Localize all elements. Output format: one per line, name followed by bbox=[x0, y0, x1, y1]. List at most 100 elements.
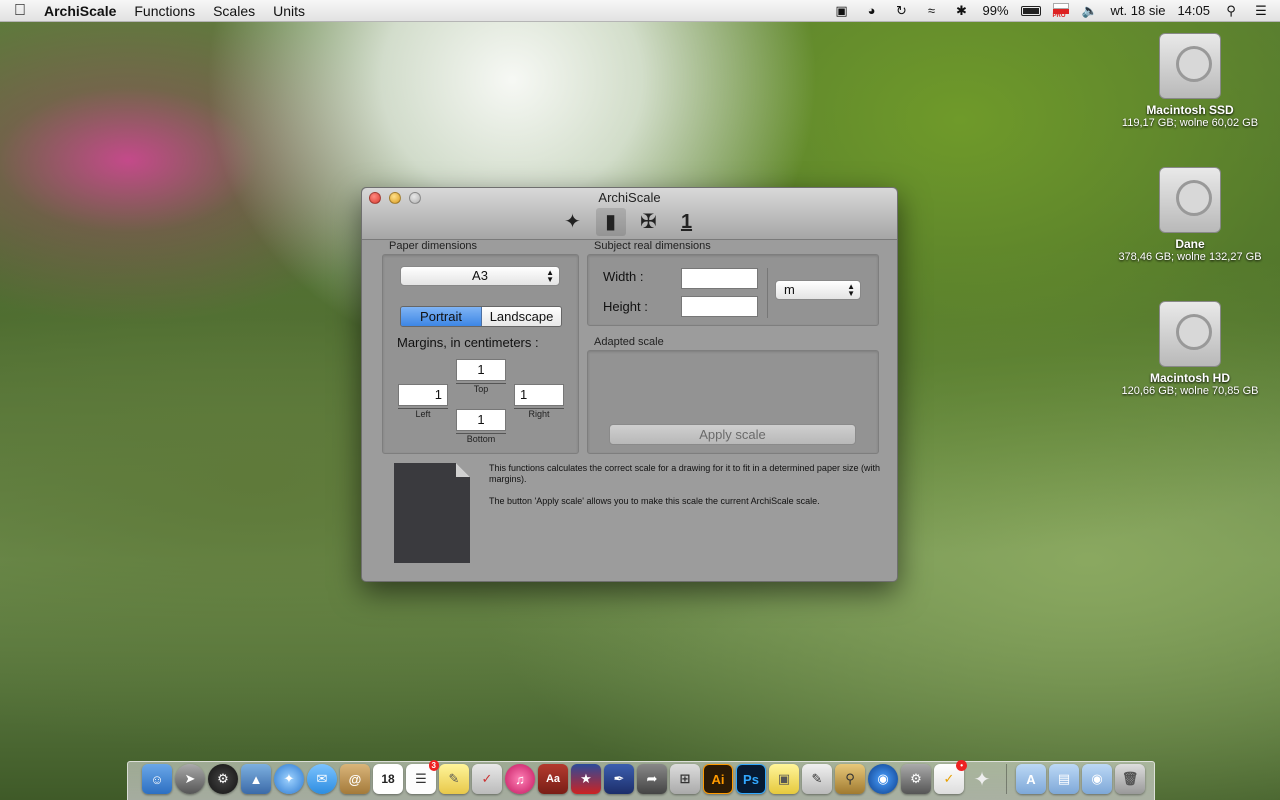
safari-icon[interactable]: ✦ bbox=[274, 764, 304, 794]
paper-size-select[interactable]: A3 ▲ ▼ bbox=[400, 266, 560, 286]
select-arrows-icon: ▲ ▼ bbox=[546, 268, 554, 284]
subject-divider bbox=[767, 268, 768, 318]
margin-right-label: Right bbox=[528, 409, 550, 419]
volume-icon[interactable]: 🔈 bbox=[1081, 3, 1099, 18]
input-flag-icon[interactable]: PRO bbox=[1052, 2, 1069, 19]
app-badge-dot: • bbox=[956, 760, 967, 771]
drive-name: Macintosh SSD bbox=[1146, 103, 1234, 117]
preview-magnifier-icon[interactable]: ⚲ bbox=[835, 764, 865, 794]
dock: ☺ ➤ ⚙ ▲ ✦ ✉ @ 18 ☰ 3 ✎ ✓ ♫ Aa ★ ✒ ➦ ⊞ Ai … bbox=[127, 760, 1155, 800]
margin-top-label: Top bbox=[473, 384, 489, 394]
description-paragraph-1: This functions calculates the correct sc… bbox=[489, 463, 880, 484]
height-input[interactable] bbox=[681, 296, 758, 317]
margin-bottom-field[interactable]: 1 bbox=[456, 409, 506, 431]
width-label: Width : bbox=[603, 269, 644, 284]
uk-flag-app-icon[interactable]: ★ bbox=[571, 764, 601, 794]
illustrator-icon[interactable]: Ai bbox=[703, 764, 733, 794]
portrait-segment[interactable]: Portrait bbox=[401, 307, 482, 326]
margin-top-field[interactable]: 1 bbox=[456, 359, 506, 381]
window-titlebar[interactable]: ArchiScale ✦ ▮ ✠ 1 bbox=[362, 188, 897, 240]
apply-scale-button[interactable]: Apply scale bbox=[609, 424, 856, 445]
textedit-icon[interactable]: ✓ bbox=[472, 764, 502, 794]
select-arrows-icon: ▲ ▼ bbox=[847, 282, 855, 298]
margin-bottom-label: Bottom bbox=[466, 434, 496, 444]
system-preferences-icon[interactable]: ⚙ bbox=[901, 764, 931, 794]
drive-dane[interactable]: Dane 378,46 GB; wolne 132,27 GB bbox=[1115, 167, 1265, 263]
pen-app-icon[interactable]: ✒ bbox=[604, 764, 634, 794]
drive-macintosh-hd[interactable]: Macintosh HD 120,66 GB; wolne 70,85 GB bbox=[1115, 301, 1265, 397]
unit-value: m bbox=[784, 282, 795, 297]
hard-drive-icon bbox=[1159, 167, 1221, 233]
contacts-icon[interactable]: @ bbox=[340, 764, 370, 794]
time-machine-icon[interactable]: ↻ bbox=[893, 3, 911, 18]
menubar-time[interactable]: 14:05 bbox=[1177, 3, 1210, 18]
unit-select[interactable]: m ▲ ▼ bbox=[775, 280, 861, 300]
subject-dimensions-label: Subject real dimensions bbox=[594, 240, 711, 252]
battery-percent[interactable]: 99% bbox=[983, 3, 1009, 18]
compass-tool-icon[interactable]: ✠ bbox=[634, 208, 664, 236]
dictionary-icon[interactable]: Aa bbox=[538, 764, 568, 794]
description-text: This functions calculates the correct sc… bbox=[489, 463, 880, 518]
menu-functions[interactable]: Functions bbox=[125, 3, 204, 19]
headphones-icon[interactable]: ◕ bbox=[863, 3, 881, 18]
margins-heading: Margins, in centimeters : bbox=[397, 335, 539, 350]
spotlight-search-icon[interactable]: ⚲ bbox=[1222, 3, 1240, 18]
script-editor-icon[interactable]: ✎ bbox=[802, 764, 832, 794]
downloads-folder-icon[interactable]: ◉ bbox=[1082, 764, 1112, 794]
width-input[interactable] bbox=[681, 268, 758, 289]
launchpad-icon[interactable]: ➤ bbox=[175, 764, 205, 794]
notification-center-icon[interactable]: ☰ bbox=[1252, 3, 1270, 18]
menu-app-name[interactable]: ArchiScale bbox=[40, 3, 125, 19]
margin-left-field[interactable]: 1 bbox=[398, 384, 448, 406]
drive-info: 378,46 GB; wolne 132,27 GB bbox=[1118, 251, 1262, 263]
notes-icon[interactable]: ✎ bbox=[439, 764, 469, 794]
menu-units[interactable]: Units bbox=[264, 3, 314, 19]
drive-info: 119,17 GB; wolne 60,02 GB bbox=[1121, 117, 1259, 129]
hard-drive-icon bbox=[1159, 301, 1221, 367]
wifi-icon[interactable]: ≈ bbox=[923, 3, 941, 18]
mission-control-icon[interactable]: ⚙ bbox=[208, 764, 238, 794]
window-toolbar: ✦ ▮ ✠ 1 bbox=[362, 208, 897, 236]
reminders-icon[interactable]: ☰ 3 bbox=[406, 760, 439, 794]
archiscale-dock-icon[interactable]: ✦ bbox=[967, 764, 997, 794]
camera-icon[interactable]: ▣ bbox=[833, 3, 851, 18]
orientation-segmented-control: Portrait Landscape bbox=[400, 306, 562, 327]
documents-folder-icon[interactable]: ▤ bbox=[1049, 764, 1079, 794]
trash-icon[interactable]: 🗑 bbox=[1115, 764, 1145, 794]
dock-separator bbox=[1006, 764, 1007, 794]
apple-icon[interactable]:  bbox=[0, 2, 40, 20]
applications-folder-icon[interactable]: A bbox=[1016, 764, 1046, 794]
archiscale-logo-tool-icon[interactable]: ✦ bbox=[558, 208, 588, 236]
stickies-icon[interactable]: ▣ bbox=[769, 764, 799, 794]
photoshop-icon[interactable]: Ps bbox=[736, 764, 766, 794]
hard-drive-icon bbox=[1159, 33, 1221, 99]
menu-bar:  ArchiScale Functions Scales Units ▣ ◕ … bbox=[0, 0, 1280, 22]
landscape-segment[interactable]: Landscape bbox=[482, 307, 561, 326]
menu-scales[interactable]: Scales bbox=[204, 3, 264, 19]
messages-icon[interactable]: ✉ bbox=[307, 764, 337, 794]
telescope-app-icon[interactable]: ➦ bbox=[637, 764, 667, 794]
calculator-icon[interactable]: ⊞ bbox=[670, 764, 700, 794]
paper-sheet-icon bbox=[394, 463, 470, 563]
margin-right-field[interactable]: 1 bbox=[514, 384, 564, 406]
finder-icon[interactable]: ☺ bbox=[142, 764, 172, 794]
preview-icon[interactable]: ▲ bbox=[241, 764, 271, 794]
description-paragraph-2: The button 'Apply scale' allows you to m… bbox=[489, 496, 820, 506]
archiscale-window: ArchiScale ✦ ▮ ✠ 1 Paper dimensions A3 ▲… bbox=[361, 187, 898, 582]
paper-size-value: A3 bbox=[472, 268, 488, 283]
paper-tool-icon[interactable]: ▮ bbox=[595, 208, 626, 236]
drive-name: Macintosh HD bbox=[1149, 371, 1230, 385]
battery-icon[interactable] bbox=[1020, 5, 1041, 16]
itunes-icon[interactable]: ♫ bbox=[505, 764, 535, 794]
drive-macintosh-ssd[interactable]: Macintosh SSD 119,17 GB; wolne 60,02 GB bbox=[1115, 33, 1265, 129]
calendar-icon[interactable]: 18 bbox=[373, 764, 403, 794]
window-title: ArchiScale bbox=[598, 190, 661, 205]
vectorize-app-icon[interactable]: ✓ • bbox=[934, 760, 967, 794]
bluetooth-icon[interactable]: ✱ bbox=[953, 3, 971, 18]
network-app-icon[interactable]: ◉ bbox=[868, 764, 898, 794]
reminders-badge: 3 bbox=[428, 760, 439, 771]
menubar-date[interactable]: wt. 18 sie bbox=[1111, 3, 1166, 18]
scale-number-tool-icon[interactable]: 1 bbox=[672, 208, 702, 236]
calendar-day: 18 bbox=[381, 772, 395, 786]
drive-name: Dane bbox=[1175, 237, 1205, 251]
